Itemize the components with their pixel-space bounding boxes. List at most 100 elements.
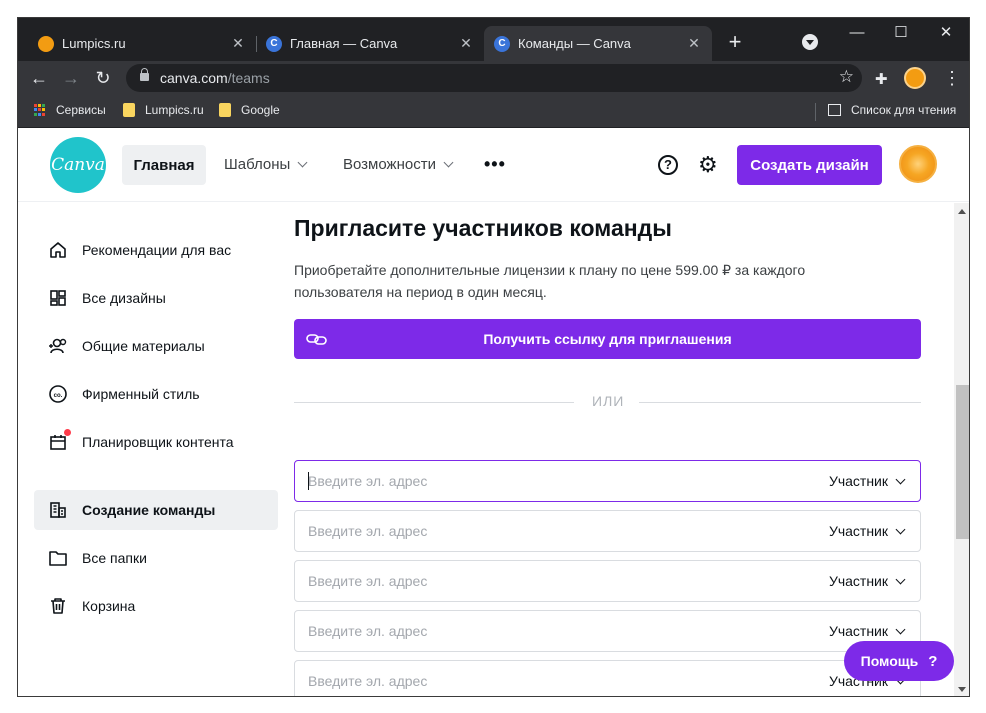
role-label: Участник (828, 473, 888, 489)
chevron-down-icon (443, 157, 454, 168)
trash-icon (48, 596, 68, 616)
gear-icon[interactable]: ⚙ (698, 154, 718, 176)
tab-search-icon[interactable] (802, 34, 818, 50)
reload-icon[interactable]: ↻ (92, 67, 114, 89)
tab-canva-teams[interactable]: C Команды — Canva ✕ (484, 26, 712, 61)
role-dropdown[interactable]: Участник (828, 473, 906, 489)
orange-favicon-icon (38, 35, 54, 52)
role-dropdown[interactable]: Участник (828, 623, 906, 639)
sidebar-item-folders[interactable]: Все папки (34, 538, 278, 578)
divider-line (294, 402, 574, 403)
role-dropdown[interactable]: Участник (828, 523, 906, 539)
bookmarks-bar: Сервисы Lumpics.ru Google Список для чте… (18, 95, 969, 128)
get-invite-link-button[interactable]: Получить ссылку для приглашения (294, 319, 921, 359)
tab-strip: Lumpics.ru ✕ C Главная — Canva ✕ C Коман… (18, 18, 969, 61)
home-icon (48, 240, 68, 260)
role-label: Участник (828, 623, 888, 639)
new-tab-button[interactable]: + (723, 31, 747, 55)
or-divider: ИЛИ (294, 393, 921, 413)
license-description: Приобретайте дополнительные лицензии к п… (294, 262, 806, 300)
close-icon[interactable]: ✕ (230, 35, 246, 52)
email-invite-row[interactable]: Введите эл. адрес Участник (294, 460, 921, 502)
email-field[interactable]: Введите эл. адрес (308, 673, 427, 689)
email-field[interactable]: Введите эл. адрес (308, 523, 427, 539)
role-label: Участник (828, 573, 888, 589)
lock-icon[interactable] (140, 68, 149, 81)
nav-features-label: Возможности (343, 156, 436, 173)
more-icon[interactable]: ••• (484, 154, 506, 175)
sidebar-item-label: Планировщик контента (82, 434, 234, 450)
chevron-down-icon (895, 474, 906, 484)
email-field[interactable]: Введите эл. адрес (308, 573, 427, 589)
role-dropdown[interactable]: Участник (828, 573, 906, 589)
sidebar-item-trash[interactable]: Корзина (34, 586, 278, 626)
bookmark-services[interactable]: Сервисы (34, 103, 106, 117)
sidebar-item-planner[interactable]: Планировщик контента (34, 422, 278, 462)
folder-icon (48, 548, 68, 568)
canva-logo[interactable]: Canva (50, 137, 106, 193)
reading-list-label: Список для чтения (851, 103, 957, 117)
nav-templates[interactable]: Шаблоны (224, 156, 308, 173)
scroll-down-arrow-icon[interactable] (958, 687, 966, 692)
link-icon (306, 331, 327, 347)
create-design-button[interactable]: Создать дизайн (737, 145, 882, 185)
close-icon[interactable]: ✕ (458, 35, 474, 52)
close-icon[interactable]: ✕ (686, 35, 702, 52)
url-text[interactable]: canva.com/teams (160, 70, 270, 86)
sidebar-item-label: Создание команды (82, 502, 216, 518)
extensions-icon[interactable]: ✚ (875, 70, 888, 88)
browser-window: Lumpics.ru ✕ C Главная — Canva ✕ C Коман… (17, 17, 970, 697)
people-icon (48, 336, 68, 356)
role-label: Участник (828, 523, 888, 539)
chevron-down-icon (895, 524, 906, 534)
bookmark-google[interactable]: Google (219, 103, 280, 117)
help-button-label: Помощь (860, 653, 919, 669)
notification-dot (64, 429, 71, 436)
sidebar-item-brand[interactable]: co. Фирменный стиль (34, 374, 278, 414)
nav-features[interactable]: Возможности (343, 156, 454, 173)
back-icon[interactable]: ← (28, 67, 50, 89)
email-invite-row[interactable]: Введите эл. адрес Участник (294, 610, 921, 652)
sidebar-item-label: Все папки (82, 550, 147, 566)
maximize-icon[interactable]: ☐ (886, 23, 916, 43)
nav-home[interactable]: Главная (122, 145, 206, 185)
chevron-down-icon (297, 157, 308, 168)
minimize-icon[interactable]: — (842, 23, 872, 43)
address-bar[interactable]: canva.com/teams ☆ (126, 64, 862, 92)
question-icon: ? (928, 652, 938, 670)
bookmark-star-icon[interactable]: ☆ (839, 67, 854, 87)
scroll-up-arrow-icon[interactable] (958, 209, 966, 214)
email-field[interactable]: Введите эл. адрес (308, 473, 427, 489)
sidebar-item-all-designs[interactable]: Все дизайны (34, 278, 278, 318)
scrollbar-thumb[interactable] (956, 385, 969, 539)
sidebar-item-label: Корзина (82, 598, 136, 614)
email-invite-row[interactable]: Введите эл. адрес Участник (294, 660, 921, 696)
tab-lumpics[interactable]: Lumpics.ru ✕ (28, 26, 256, 61)
brand-icon: co. (48, 384, 68, 404)
nav-templates-label: Шаблоны (224, 156, 291, 173)
forward-icon[interactable]: → (60, 67, 82, 89)
help-icon[interactable]: ? (658, 155, 678, 175)
canva-header: Canva Главная Шаблоны Возможности ••• ? … (18, 128, 969, 202)
sidebar-item-shared[interactable]: Общие материалы (34, 326, 278, 366)
chevron-down-icon (895, 624, 906, 634)
email-invite-row[interactable]: Введите эл. адрес Участник (294, 510, 921, 552)
email-field[interactable]: Введите эл. адрес (308, 623, 427, 639)
help-button[interactable]: Помощь ? (844, 641, 954, 681)
window-close-icon[interactable]: ✕ (931, 23, 961, 43)
reading-list-button[interactable]: Список для чтения (828, 103, 956, 117)
bookmark-lumpics[interactable]: Lumpics.ru (123, 103, 204, 117)
tab-title: Команды — Canva (518, 36, 631, 51)
main-content: Пригласите участников команды Приобретай… (292, 203, 956, 696)
sidebar-item-create-team[interactable]: Создание команды (34, 490, 278, 530)
sidebar-item-recommendations[interactable]: Рекомендации для вас (34, 230, 278, 270)
profile-avatar[interactable] (904, 67, 926, 89)
calendar-icon (48, 429, 71, 452)
tab-canva-home[interactable]: C Главная — Canva ✕ (256, 26, 484, 61)
page-scrollbar[interactable] (954, 203, 969, 696)
email-invite-row[interactable]: Введите эл. адрес Участник (294, 560, 921, 602)
menu-kebab-icon[interactable]: ⋮ (943, 67, 961, 89)
bookmark-label: Сервисы (56, 103, 106, 117)
user-avatar[interactable] (899, 145, 937, 183)
bookmark-label: Lumpics.ru (145, 103, 204, 117)
